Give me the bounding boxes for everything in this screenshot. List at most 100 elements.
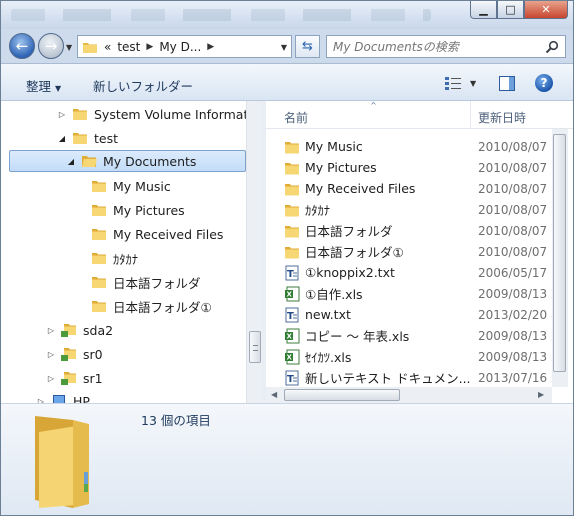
tree-item-label: sr0 <box>83 346 103 362</box>
tree-item-label: test <box>94 130 119 146</box>
grip-icon <box>253 345 258 351</box>
svg-text:T: T <box>287 311 294 322</box>
item-count: 13 個の項目 <box>141 413 211 428</box>
file-name: new.txt <box>305 307 351 322</box>
tree-item-katakana[interactable]: ｶﾀｶﾅ <box>87 247 138 269</box>
breadcrumb-test[interactable]: test <box>117 40 140 54</box>
scroll-left-icon[interactable]: ◀ <box>271 390 277 399</box>
chevron-right-icon[interactable]: ▶ <box>146 42 153 52</box>
column-date-modified[interactable]: 更新日時 <box>478 109 526 126</box>
tree-item-my-pictures[interactable]: My Pictures <box>87 199 185 221</box>
refresh-button[interactable]: ⇆ <box>295 35 320 58</box>
file-row[interactable]: X ①自作.xls 2009/08/13 2 <box>284 283 559 304</box>
tree-item-system-volume-information[interactable]: ▷ System Volume Informatic <box>56 103 259 125</box>
chevron-right-icon[interactable]: ▶ <box>207 42 214 52</box>
tree-item-label: 日本語フォルダ <box>113 275 201 291</box>
file-date: 2009/08/13 2 <box>478 349 559 364</box>
file-row[interactable]: My Pictures 2010/08/07 ( <box>284 157 556 178</box>
file-date: 2010/08/07 ( <box>478 160 556 175</box>
background-windows-ghost <box>11 9 431 21</box>
tree-item-my-music[interactable]: My Music <box>87 175 171 197</box>
tree-item-test[interactable]: ◢ test <box>56 127 118 149</box>
breadcrumb[interactable]: « test ▶ My D... ▶ ▼ <box>77 35 292 58</box>
file-date: 2010/08/07 ( <box>478 139 556 154</box>
file-row[interactable]: X コピー ～ 年表.xls 2009/08/13 2 <box>284 325 559 346</box>
tree-item-japanese-folder-1[interactable]: 日本語フォルダ① <box>87 295 212 317</box>
scroll-right-icon[interactable]: ▶ <box>538 390 544 399</box>
tree-item-sda2[interactable]: ▷ sda2 <box>45 319 113 341</box>
expand-arrow-icon[interactable]: ▷ <box>45 350 57 359</box>
tree-item-my-received-files[interactable]: My Received Files <box>87 223 223 245</box>
file-list-vertical-scrollbar[interactable] <box>552 129 568 387</box>
minimize-button[interactable]: ▁ <box>470 1 497 19</box>
file-date: 2009/08/13 2 <box>478 328 559 343</box>
file-row[interactable]: X ｾｲｶﾂ.xls 2009/08/13 2 <box>284 346 559 367</box>
tree-item-my-documents[interactable]: ◢ My Documents <box>9 150 246 172</box>
tree-item-sr1[interactable]: ▷ sr1 <box>45 367 103 389</box>
scrollbar-thumb[interactable] <box>249 331 261 363</box>
tree-item-sr0[interactable]: ▷ sr0 <box>45 343 103 365</box>
column-divider[interactable] <box>470 101 471 129</box>
file-row[interactable]: 日本語フォルダ① 2010/08/07 ( <box>284 241 556 262</box>
folder-icon <box>92 253 106 264</box>
file-row[interactable]: ｶﾀｶﾅ 2010/08/07 ( <box>284 199 556 220</box>
svg-text:T: T <box>287 269 294 280</box>
preview-pane-icon[interactable] <box>499 76 515 91</box>
expand-arrow-icon[interactable]: ▷ <box>56 110 68 119</box>
file-row[interactable]: T ①knoppix2.txt 2006/05/17 1 <box>284 262 559 283</box>
breadcrumb-overflow[interactable]: « <box>104 40 111 54</box>
svg-text:T: T <box>287 374 294 385</box>
search-box[interactable] <box>326 35 566 58</box>
collapse-arrow-icon[interactable]: ◢ <box>65 157 77 166</box>
view-dropdown-icon[interactable]: ▼ <box>470 79 476 88</box>
tree-item-label: My Music <box>113 178 171 194</box>
collapse-arrow-icon[interactable]: ◢ <box>56 134 68 143</box>
new-folder-button[interactable]: 新しいフォルダー <box>93 76 193 95</box>
drive-folder-icon <box>61 348 76 361</box>
search-icon[interactable] <box>545 40 559 54</box>
file-date: 2010/08/07 ( <box>478 202 556 217</box>
close-button[interactable]: ✕ <box>524 1 568 19</box>
help-icon[interactable]: ? <box>535 74 553 92</box>
file-row[interactable]: T new.txt 2013/02/20 8 <box>284 304 559 325</box>
file-row[interactable]: My Received Files 2010/08/07 ( <box>284 178 556 199</box>
file-row[interactable]: 日本語フォルダ 2010/08/07 ( <box>284 220 556 241</box>
address-bar: ← → ▼ « test ▶ My D... ▶ ▼ ⇆ <box>1 29 573 63</box>
column-name[interactable]: 名前 <box>284 109 308 126</box>
expand-arrow-icon[interactable]: ▷ <box>45 326 57 335</box>
file-name: 日本語フォルダ <box>305 224 393 239</box>
maximize-button[interactable]: □ <box>497 1 524 19</box>
back-button[interactable]: ← <box>9 33 35 59</box>
address-dropdown-icon[interactable]: ▼ <box>281 43 287 52</box>
forward-button[interactable]: → <box>38 33 64 59</box>
file-date: 2013/07/16 2 <box>478 370 559 385</box>
explorer-window: ▁ □ ✕ ← → ▼ « test ▶ My D... ▶ ▼ ⇆ 整理▼ 新… <box>0 0 574 516</box>
scrollbar-thumb[interactable] <box>553 134 566 372</box>
folder-icon <box>73 109 87 120</box>
tree-item-japanese-folder[interactable]: 日本語フォルダ <box>87 271 201 293</box>
breadcrumb-my-documents[interactable]: My D... <box>159 40 201 54</box>
file-row[interactable]: My Music 2010/08/07 ( <box>284 136 556 157</box>
command-bar: 整理 ▼ 新しいフォルダー ▼ ? <box>1 63 573 101</box>
tree-item-hp[interactable]: ▷ HP <box>35 390 90 403</box>
scrollbar-thumb[interactable] <box>284 389 400 401</box>
tree-item-label: My Received Files <box>113 226 224 242</box>
navigation-scrollbar[interactable] <box>246 101 262 403</box>
folder-icon <box>92 181 106 192</box>
expand-arrow-icon[interactable]: ▷ <box>45 374 57 383</box>
folder-icon <box>285 246 299 258</box>
svg-text:X: X <box>287 290 293 298</box>
tree-item-label: 日本語フォルダ① <box>113 299 212 315</box>
search-input[interactable] <box>333 39 533 54</box>
organize-button[interactable]: 整理 ▼ <box>26 76 61 95</box>
folder-icon <box>92 205 106 216</box>
tree-item-label: sda2 <box>83 322 114 338</box>
recent-pages-dropdown-icon[interactable]: ▼ <box>66 43 72 52</box>
file-date: 2013/02/20 8 <box>478 307 559 322</box>
folder-icon <box>285 204 299 216</box>
text-file-icon: T <box>285 307 299 322</box>
file-name: ｾｲｶﾂ.xls <box>305 350 352 365</box>
file-list-horizontal-scrollbar[interactable]: ◀ ▶ <box>266 387 552 403</box>
view-options-icon[interactable] <box>445 77 461 90</box>
file-row[interactable]: T 新しいテキスト ドキュメン... 2013/07/16 2 <box>284 367 559 388</box>
